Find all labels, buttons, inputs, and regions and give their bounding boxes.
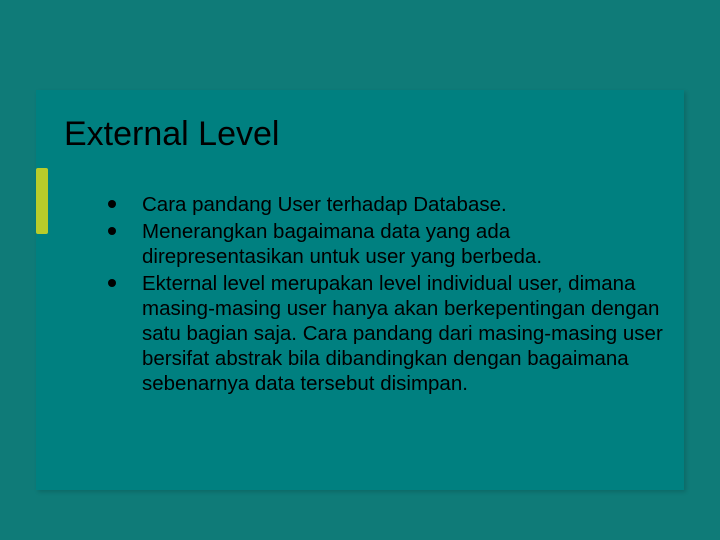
slide-title: External Level [64,115,279,154]
slide: External Level Cara pandang User terhada… [0,0,720,540]
accent-bar [36,168,48,234]
bullet-text: Cara pandang User terhadap Database. [142,193,507,216]
list-item: Ekternal level merupakan level individua… [108,271,668,396]
list-item: Cara pandang User terhadap Database. [108,192,668,217]
bullet-list: Cara pandang User terhadap Database. Men… [108,192,668,398]
bullet-text: Menerangkan bagaimana data yang ada dire… [142,220,542,268]
list-item: Menerangkan bagaimana data yang ada dire… [108,219,668,269]
bullet-text: Ekternal level merupakan level individua… [142,272,663,395]
